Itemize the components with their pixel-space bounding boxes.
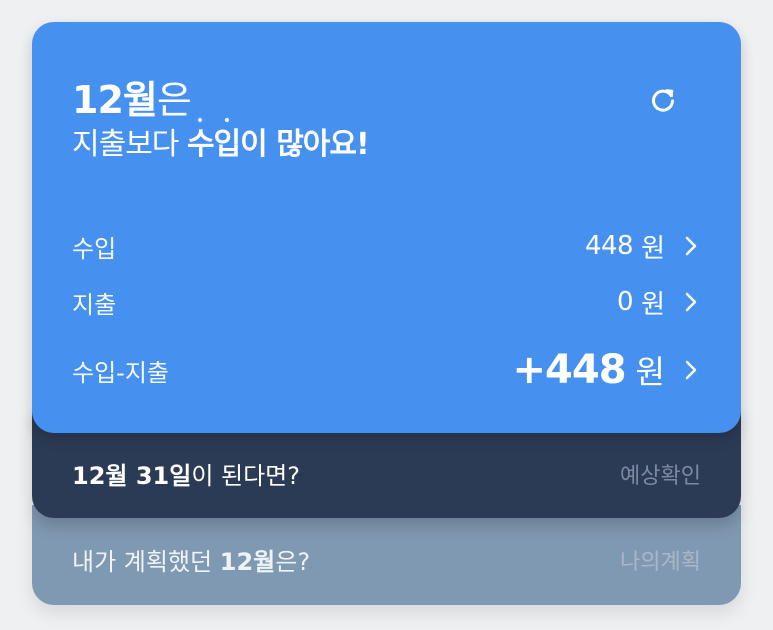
- net-value: +448 원: [513, 347, 699, 393]
- chevron-right-icon: [683, 358, 699, 382]
- plan-panel[interactable]: 내가 계획했던 12월은? 나의계획: [32, 505, 741, 605]
- income-row[interactable]: 수입 448 원: [72, 218, 699, 274]
- expense-unit: 원: [641, 289, 665, 320]
- refresh-icon: [652, 89, 674, 112]
- emphasis-char-ip: 입: [214, 118, 241, 166]
- headline-emphasis: 수입이 많아요!: [187, 118, 370, 162]
- plan-suffix: 은?: [275, 548, 311, 576]
- net-unit: 원: [635, 353, 665, 391]
- refresh-button[interactable]: [647, 84, 679, 116]
- emphasis-rest: 이 많아요!: [240, 127, 370, 162]
- plan-prefix: 내가 계획했던: [72, 548, 220, 576]
- chevron-right-icon: [683, 234, 699, 258]
- headline-sub-prefix: 지출보다: [72, 127, 187, 162]
- monthly-summary-card: 12월은 지출보다 수입이 많아요! 수입 448 원 지출 0 원 수입-지출…: [32, 22, 741, 433]
- chevron-right-icon: [683, 290, 699, 314]
- expense-amount: 0: [617, 287, 634, 317]
- headline-month-line: 12월은: [72, 78, 369, 122]
- forecast-date: 12월 31일: [72, 462, 192, 490]
- plan-month: 12월: [219, 548, 276, 576]
- income-label: 수입: [72, 234, 117, 263]
- forecast-check-link[interactable]: 예상확인: [620, 458, 701, 490]
- net-amount: +448: [512, 347, 627, 393]
- headline-month: 12월: [72, 78, 158, 122]
- screen: 내가 계획했던 12월은? 나의계획 12월 31일이 된다면? 예상확인 12…: [0, 0, 773, 630]
- forecast-suffix: 이 된다면?: [191, 462, 300, 490]
- net-row[interactable]: 수입-지출 +448 원: [72, 332, 699, 408]
- expense-value: 0 원: [617, 284, 699, 321]
- forecast-text: 12월 31일이 된다면?: [72, 456, 300, 491]
- expense-label: 지출: [72, 290, 117, 319]
- net-label: 수입-지출: [72, 358, 169, 387]
- amount-list: 수입 448 원 지출 0 원 수입-지출 +448 원: [72, 218, 699, 408]
- summary-headline: 12월은 지출보다 수입이 많아요!: [72, 78, 370, 166]
- forecast-row[interactable]: 12월 31일이 된다면? 예상확인: [72, 456, 701, 491]
- my-plan-link[interactable]: 나의계획: [620, 544, 701, 576]
- headline-message-line: 지출보다 수입이 많아요!: [72, 118, 370, 166]
- expense-row[interactable]: 지출 0 원: [72, 274, 699, 330]
- headline-month-suffix: 은: [156, 78, 192, 122]
- emphasis-char-su: 수: [187, 118, 215, 166]
- income-value: 448 원: [585, 228, 699, 265]
- plan-row[interactable]: 내가 계획했던 12월은? 나의계획: [72, 542, 701, 577]
- income-unit: 원: [641, 233, 665, 264]
- income-amount: 448: [584, 231, 634, 261]
- plan-text: 내가 계획했던 12월은?: [72, 542, 310, 577]
